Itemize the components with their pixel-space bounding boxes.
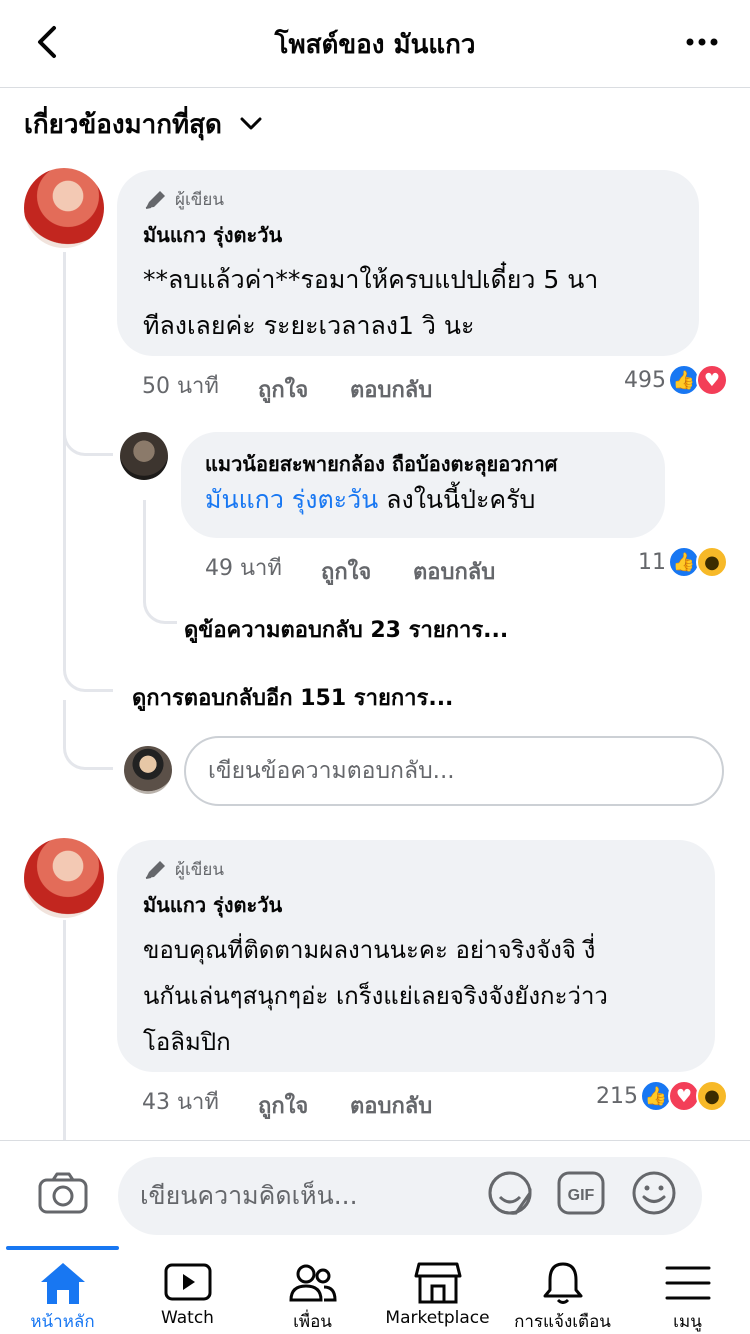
sort-dropdown[interactable]: เกี่ยวข้องมากที่สุด <box>24 102 262 146</box>
comment-bubble[interactable]: ผู้เขียน มันแกว รุ่งตะวัน ขอบคุณที่ติดตา… <box>117 840 715 1072</box>
bottom-tab-bar: หน้าหลัก Watch เพื่อน Marketplace การแจ้… <box>0 1246 750 1334</box>
reply-meta: 49 นาที ถูกใจ ตอบกลับ <box>205 550 535 586</box>
sticker-icon[interactable] <box>486 1169 534 1217</box>
author-avatar[interactable] <box>24 168 104 248</box>
pencil-icon <box>145 860 165 879</box>
tab-label: Watch <box>161 1308 214 1328</box>
tab-label: การแจ้งเตือน <box>514 1312 611 1332</box>
svg-text:GIF: GIF <box>568 1187 595 1204</box>
friends-icon <box>288 1264 337 1302</box>
replier-avatar[interactable] <box>120 432 168 480</box>
haha-reaction-icon: ● <box>696 1080 728 1112</box>
view-more-replies-link[interactable]: ดูการตอบกลับอีก 151 รายการ... <box>132 680 453 715</box>
reaction-summary[interactable]: 11 👍 ● <box>638 546 728 578</box>
reaction-summary[interactable]: 215 👍 ♥ ● <box>596 1080 728 1112</box>
tab-label: หน้าหลัก <box>30 1312 95 1332</box>
tab-home[interactable]: หน้าหลัก <box>0 1254 125 1334</box>
reply-input[interactable]: เขียนข้อความตอบกลับ... <box>184 736 724 806</box>
marketplace-icon <box>414 1262 461 1304</box>
tab-marketplace[interactable]: Marketplace <box>375 1254 500 1334</box>
reply-action[interactable]: ตอบกลับ <box>413 554 495 589</box>
author-avatar[interactable] <box>24 838 104 918</box>
tab-friends[interactable]: เพื่อน <box>250 1254 375 1334</box>
comment-text-line: นกันเล่นๆสนุกๆอ่ะ เกร็งแย่เลยจริงจังยังก… <box>143 982 608 1010</box>
tab-label: Marketplace <box>385 1308 490 1328</box>
tab-label: เพื่อน <box>293 1312 332 1332</box>
gif-icon[interactable]: GIF <box>556 1169 606 1217</box>
thread-connector <box>63 640 113 692</box>
chevron-down-icon <box>240 117 262 130</box>
page-title: โพสต์ของ มันแกว <box>274 30 476 60</box>
reply-input-placeholder: เขียนข้อความตอบกลับ... <box>208 758 455 784</box>
comment-meta: 50 นาที ถูกใจ ตอบกลับ <box>142 368 472 404</box>
author-tag-text: ผู้เขียน <box>175 190 224 210</box>
love-reaction-icon: ♥ <box>696 364 728 396</box>
like-action[interactable]: ถูกใจ <box>321 554 371 589</box>
my-avatar <box>124 746 172 794</box>
commenter-name[interactable]: มันแกว รุ่งตะวัน <box>143 219 673 251</box>
reaction-count: 495 <box>624 367 666 393</box>
reaction-summary[interactable]: 495 👍 ♥ <box>624 364 728 396</box>
reply-action[interactable]: ตอบกลับ <box>350 372 432 407</box>
comment-text-line: **ลบแล้วค่า**รอมาให้ครบแปปเดี๋ยว 5 นา <box>143 265 599 294</box>
top-bar: โพสต์ของ มันแกว <box>0 0 750 88</box>
wow-reaction-icon: ● <box>696 546 728 578</box>
author-badge: ผู้เขียน <box>143 186 673 213</box>
comment-time: 43 นาที <box>142 1090 219 1115</box>
emoji-icon[interactable] <box>630 1169 678 1217</box>
reply-text-body: ลงในนี้ป่ะครับ <box>378 485 536 514</box>
tab-notifications[interactable]: การแจ้งเตือน <box>500 1254 625 1334</box>
comment-input[interactable]: เขียนความคิดเห็น... <box>118 1157 702 1235</box>
reply-text: มันแกว รุ่งตะวัน ลงในนี้ป่ะครับ <box>205 480 641 520</box>
tab-menu[interactable]: เมนู <box>625 1254 750 1334</box>
like-action[interactable]: ถูกใจ <box>258 372 308 407</box>
pencil-icon <box>145 190 165 209</box>
like-action[interactable]: ถูกใจ <box>258 1088 308 1123</box>
thread-line <box>63 252 66 652</box>
reply-action[interactable]: ตอบกลับ <box>350 1088 432 1123</box>
active-tab-indicator <box>6 1246 119 1250</box>
comment-input-placeholder: เขียนความคิดเห็น... <box>140 1181 358 1210</box>
comment-bubble[interactable]: ผู้เขียน มันแกว รุ่งตะวัน **ลบแล้วค่า**ร… <box>117 170 699 356</box>
reply-bubble[interactable]: แมวน้อยสะพายกล้อง ถือบ้องตะลุยอวกาศ มันแ… <box>181 432 665 538</box>
thread-connector <box>63 410 113 456</box>
mention-link[interactable]: มันแกว รุ่งตะวัน <box>205 485 378 514</box>
bell-icon <box>543 1262 582 1304</box>
commenter-name[interactable]: มันแกว รุ่งตะวัน <box>143 889 689 921</box>
comment-meta: 43 นาที ถูกใจ ตอบกลับ <box>142 1084 472 1120</box>
author-badge: ผู้เขียน <box>143 856 689 883</box>
tab-label: เมนู <box>673 1312 702 1332</box>
camera-icon[interactable] <box>38 1171 88 1215</box>
comment-time: 50 นาที <box>142 374 219 399</box>
sort-label: เกี่ยวข้องมากที่สุด <box>24 109 222 140</box>
home-icon <box>40 1263 85 1304</box>
menu-icon <box>665 1266 710 1300</box>
comment-text-line: โอลิมปิก <box>143 1028 231 1056</box>
thread-line <box>63 920 66 1140</box>
author-tag-text: ผู้เขียน <box>175 860 224 880</box>
tab-watch[interactable]: Watch <box>125 1254 250 1334</box>
thread-connector <box>63 700 113 770</box>
replier-name[interactable]: แมวน้อยสะพายกล้อง ถือบ้องตะลุยอวกาศ <box>205 448 641 480</box>
reply-time: 49 นาที <box>205 556 282 581</box>
watch-icon <box>164 1263 211 1301</box>
more-options-icon[interactable] <box>682 22 722 62</box>
comment-text-line: ขอบคุณที่ติดตามผลงานนะคะ อย่าจริงจังจิ ง… <box>143 936 596 964</box>
comment-composer: เขียนความคิดเห็น... GIF <box>0 1140 750 1246</box>
thread-connector <box>143 580 177 624</box>
comment-text-line: ทีลงเลยค่ะ ระยะเวลาลง1 วิ นะ <box>143 311 475 340</box>
view-replies-link[interactable]: ดูข้อความตอบกลับ 23 รายการ... <box>184 612 508 647</box>
reaction-count: 215 <box>596 1083 638 1109</box>
reaction-count: 11 <box>638 549 666 575</box>
